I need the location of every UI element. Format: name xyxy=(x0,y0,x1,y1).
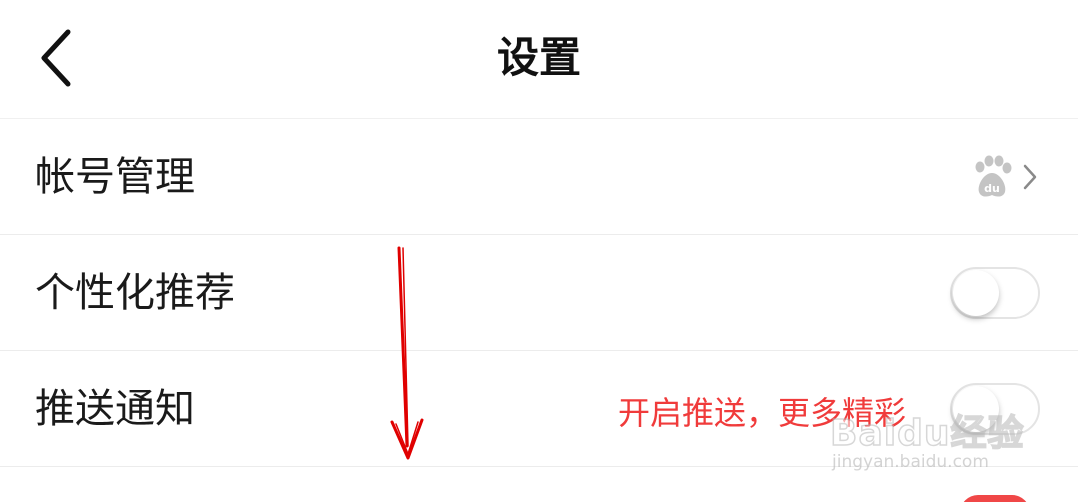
personalized-recommendation-toggle[interactable] xyxy=(950,267,1040,319)
chevron-right-icon xyxy=(1023,164,1037,190)
push-hint-text: 开启推送，更多精彩 xyxy=(617,394,906,432)
settings-row-push-notification: 推送通知 开启推送，更多精彩 xyxy=(0,351,1078,467)
settings-row-personalized-recommendation: 个性化推荐 xyxy=(0,235,1078,351)
baidu-paw-icon: du xyxy=(975,155,1012,197)
svg-text:du: du xyxy=(984,182,1000,195)
account-management-label: 帐号管理 xyxy=(35,154,195,200)
personalized-recommendation-label: 个性化推荐 xyxy=(35,270,235,316)
partial-toggle-on[interactable] xyxy=(960,495,1030,502)
toggle-knob xyxy=(953,386,999,432)
settings-row-account[interactable]: 帐号管理 du xyxy=(0,119,1078,235)
push-notification-label: 推送通知 xyxy=(35,386,195,432)
settings-screen: 设置 帐号管理 du 个性化推荐 推送通知 开启推送，更多精彩 Baidu经验 … xyxy=(0,0,1078,502)
settings-row-partial[interactable] xyxy=(0,467,1078,502)
toggle-knob xyxy=(953,270,999,316)
top-bar: 设置 xyxy=(0,0,1078,119)
push-notification-toggle[interactable] xyxy=(950,383,1040,435)
page-title: 设置 xyxy=(496,33,581,82)
